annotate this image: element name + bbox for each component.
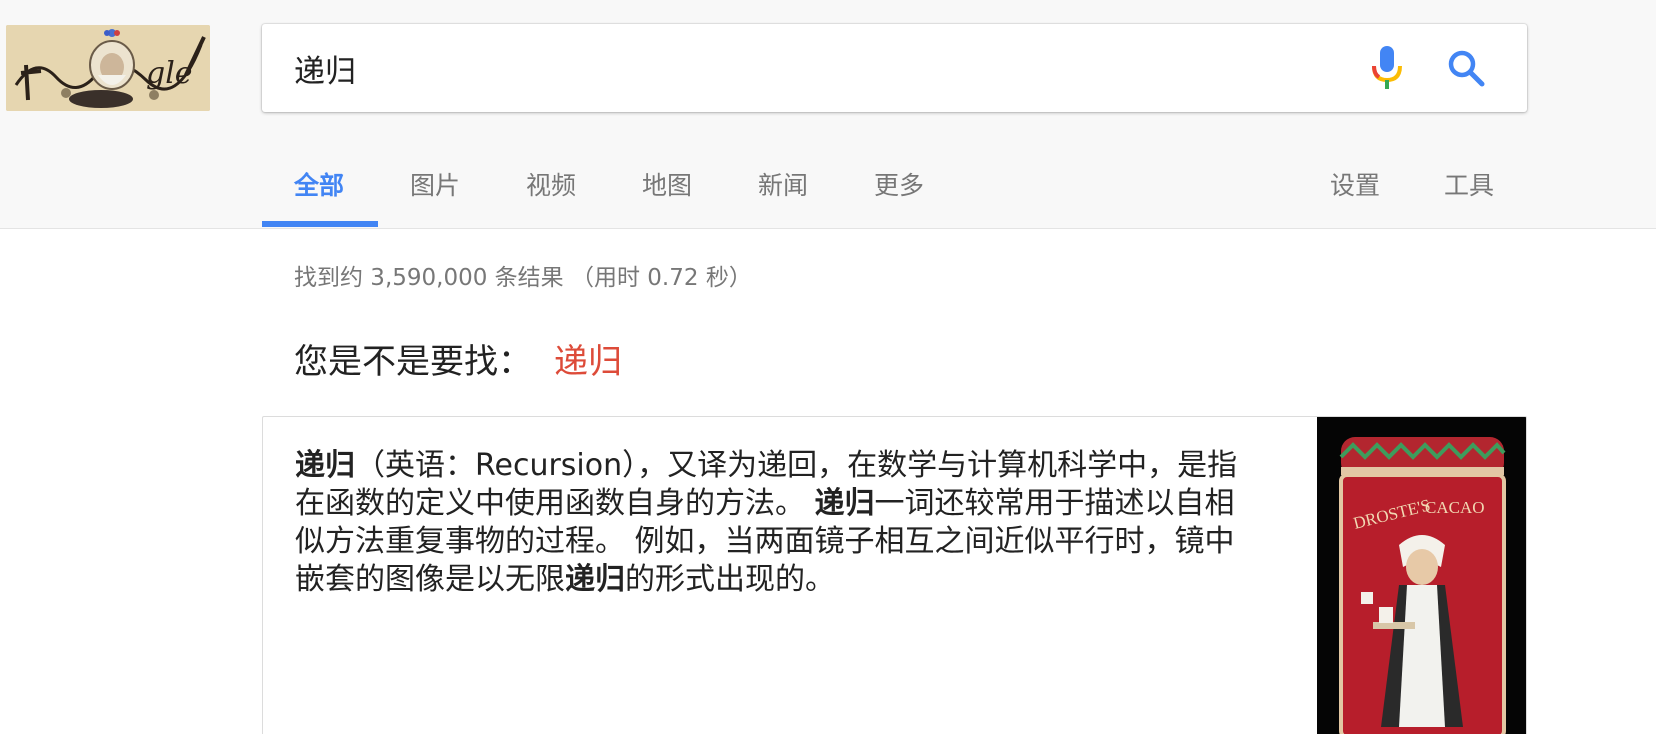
did-you-mean-label: 您是不是要找： xyxy=(294,342,532,382)
active-tab-indicator xyxy=(262,221,378,227)
search-input[interactable] xyxy=(294,44,1344,92)
did-you-mean: 您是不是要找： 递归 xyxy=(294,334,622,383)
tab-news[interactable]: 新闻 xyxy=(758,160,808,229)
tab-settings[interactable]: 设置 xyxy=(1330,160,1380,229)
did-you-mean-link[interactable]: 递归 xyxy=(554,342,622,382)
card-brand-line2: CACAO xyxy=(1425,498,1485,517)
droste-cacao-image[interactable]: DROSTE'S CACAO xyxy=(1317,417,1526,734)
tab-all[interactable]: 全部 xyxy=(294,160,344,229)
header-bar: gle 全部 图片 视频 地图 新闻 更多 设置 工具 xyxy=(0,0,1656,229)
tab-tools[interactable]: 工具 xyxy=(1444,160,1494,229)
tab-images[interactable]: 图片 xyxy=(410,160,460,229)
search-icon[interactable] xyxy=(1446,48,1486,88)
tab-more[interactable]: 更多 xyxy=(874,160,924,229)
google-doodle-logo[interactable]: gle xyxy=(6,25,210,111)
result-stats: 找到约 3,590,000 条结果 （用时 0.72 秒） xyxy=(294,265,752,291)
knowledge-snippet: 递归（英语：Recursion），又译为递回，在数学与计算机科学中，是指在函数的… xyxy=(295,447,1255,599)
snippet-text: 的形式出现的。 xyxy=(625,562,835,597)
knowledge-card: 递归（英语：Recursion），又译为递回，在数学与计算机科学中，是指在函数的… xyxy=(262,416,1527,734)
search-box xyxy=(262,24,1527,112)
snippet-term: 递归 xyxy=(565,562,625,597)
tab-maps[interactable]: 地图 xyxy=(642,160,692,229)
snippet-term: 递归 xyxy=(295,448,355,483)
tab-videos[interactable]: 视频 xyxy=(526,160,576,229)
search-tabs: 全部 图片 视频 地图 新闻 更多 设置 工具 xyxy=(262,160,1532,229)
snippet-term: 递归 xyxy=(814,486,875,521)
microphone-icon[interactable] xyxy=(1369,44,1405,92)
